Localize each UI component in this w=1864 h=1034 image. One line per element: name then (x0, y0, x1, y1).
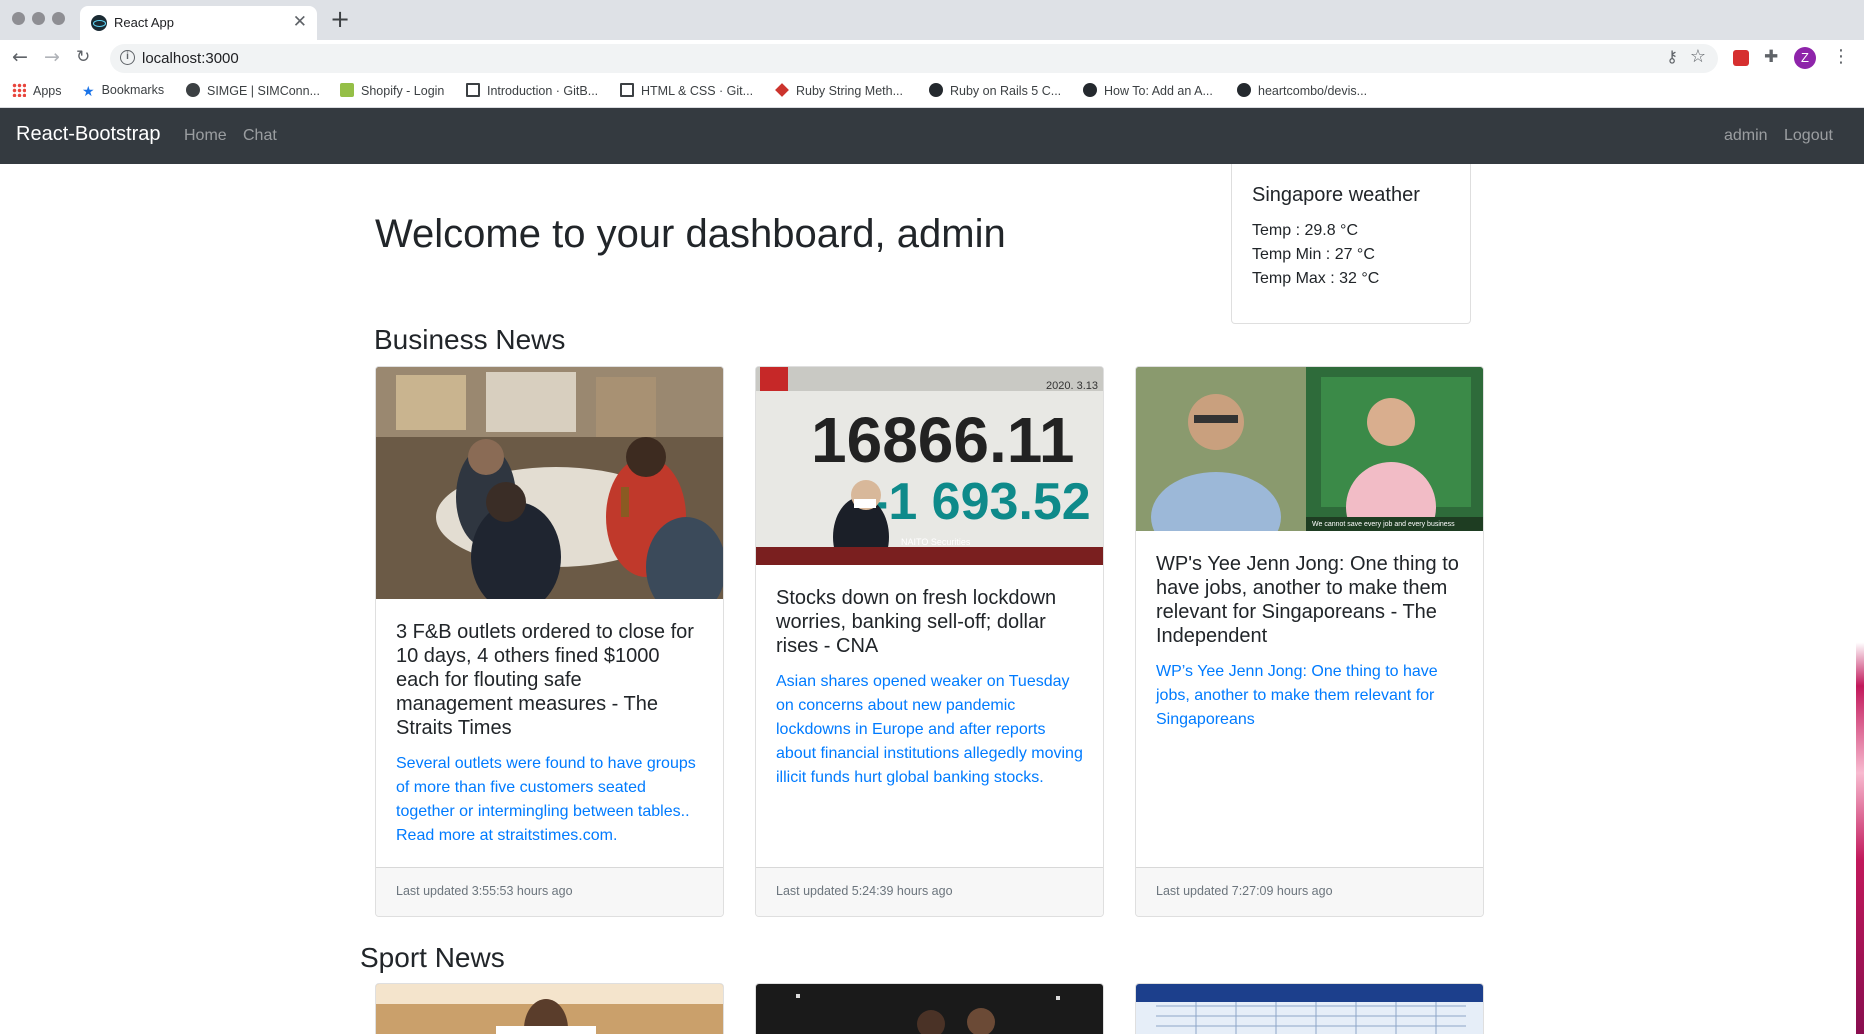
bookmark-heartcombo[interactable]: heartcombo/devis... (1237, 83, 1367, 98)
bookmark-how-to[interactable]: How To: Add an A... (1083, 83, 1213, 98)
password-key-icon[interactable]: ⚷ (1666, 47, 1678, 66)
address-bar[interactable]: i localhost:3000 ⚷ ☆ (110, 44, 1718, 73)
bookmark-bookmarks[interactable]: ★ Bookmarks (82, 83, 165, 100)
news-card[interactable]: We cannot save every job and every busin… (1135, 366, 1484, 917)
tab-close-icon[interactable]: ✕ (293, 12, 307, 32)
book-icon (620, 83, 634, 97)
nav-link-chat[interactable]: Chat (243, 127, 277, 145)
weather-temp: Temp : 29.8 °C (1252, 222, 1358, 239)
maximize-window-icon[interactable] (52, 12, 65, 25)
card-footer: Last updated 5:24:39 hours ago (756, 867, 1103, 916)
forward-icon[interactable]: → (44, 46, 60, 68)
github-icon (1237, 83, 1251, 97)
board-change: -1 693.52 (871, 473, 1091, 531)
bookmark-shopify[interactable]: Shopify - Login (340, 83, 444, 98)
bookmark-apps[interactable]: Apps (12, 83, 62, 98)
bookmark-label: Apps (33, 84, 62, 98)
card-description[interactable]: Asian shares opened weaker on Tuesday on… (776, 670, 1083, 790)
news-image-politicians[interactable]: We cannot save every job and every busin… (1136, 367, 1483, 531)
extension-icon[interactable] (1733, 50, 1749, 66)
card-body: 3 F&B outlets ordered to close for 10 da… (396, 620, 703, 848)
browser-window: React App ✕ + ← → ↻ i localhost:3000 ⚷ ☆… (0, 0, 1864, 1034)
weather-title: Singapore weather (1252, 184, 1420, 206)
sport-image-players (756, 984, 1103, 1034)
browser-menu-icon[interactable]: ⋮ (1832, 46, 1850, 67)
minimize-window-icon[interactable] (32, 12, 45, 25)
react-favicon-icon (91, 15, 107, 31)
bookmark-label: SIMGE | SIMConn... (207, 84, 321, 98)
news-image-stock-board[interactable]: 2020. 3.13 16866.11 -1 693.52 NAITO Secu… (756, 367, 1103, 565)
navbar-brand[interactable]: React-Bootstrap (16, 123, 161, 146)
card-title[interactable]: Stocks down on fresh lockdown worries, b… (776, 586, 1083, 658)
sport-news-card[interactable] (375, 983, 724, 1034)
page-title: Welcome to your dashboard, admin (375, 212, 1006, 256)
bookmark-star-icon[interactable]: ☆ (1690, 46, 1706, 67)
bookmark-label: Ruby on Rails 5 C... (950, 84, 1062, 98)
profile-avatar[interactable]: Z (1794, 47, 1816, 69)
news-card[interactable]: 3 F&B outlets ordered to close for 10 da… (375, 366, 724, 917)
card-body: Stocks down on fresh lockdown worries, b… (776, 586, 1083, 790)
card-body: WP's Yee Jenn Jong: One thing to have jo… (1156, 552, 1463, 732)
star-icon: ★ (82, 84, 95, 100)
bookmarks-bar: Apps ★ Bookmarks SIMGE | SIMConn... Shopi… (0, 77, 1864, 108)
window-edge-decoration (1856, 164, 1864, 1034)
github-icon (929, 83, 943, 97)
sport-image-goal (1136, 984, 1483, 1034)
tab-strip: React App ✕ + (0, 0, 1864, 40)
bookmark-introduction[interactable]: Introduction · GitB... (466, 83, 598, 98)
business-news-heading: Business News (374, 324, 566, 355)
board-date: 2020. 3.13 (1046, 380, 1098, 392)
app-navbar: React-Bootstrap Home Chat admin Logout (0, 108, 1864, 164)
extensions-puzzle-icon[interactable]: ✚ (1764, 47, 1778, 67)
board-footer: NAITO Securities (901, 537, 971, 547)
bookmark-label: HTML & CSS · Git... (641, 84, 754, 98)
card-title[interactable]: WP's Yee Jenn Jong: One thing to have jo… (1156, 552, 1463, 648)
news-card[interactable]: 2020. 3.13 16866.11 -1 693.52 NAITO Secu… (755, 366, 1104, 917)
card-footer: Last updated 3:55:53 hours ago (376, 867, 723, 916)
weather-card: Singapore weather Temp : 29.8 °C Temp Mi… (1231, 164, 1471, 324)
bookmark-ruby-string[interactable]: Ruby String Meth... (775, 83, 903, 98)
weather-temp-max: Temp Max : 32 °C (1252, 270, 1380, 287)
card-description[interactable]: Several outlets were found to have group… (396, 752, 703, 848)
weather-temp-min: Temp Min : 27 °C (1252, 246, 1375, 263)
shopify-icon (340, 83, 354, 97)
new-tab-button[interactable]: + (330, 5, 350, 33)
ruby-icon (775, 83, 789, 97)
reload-icon[interactable]: ↻ (76, 47, 90, 67)
bookmark-ruby-on-rails[interactable]: Ruby on Rails 5 C... (929, 83, 1061, 98)
sport-news-card[interactable] (1135, 983, 1484, 1034)
bookmark-simge[interactable]: SIMGE | SIMConn... (186, 83, 320, 98)
browser-toolbar: ← → ↻ i localhost:3000 ⚷ ☆ ✚ Z ⋮ (0, 40, 1864, 77)
close-window-icon[interactable] (12, 12, 25, 25)
nav-logout[interactable]: Logout (1784, 127, 1833, 145)
globe-icon (186, 83, 200, 97)
bookmark-label: Introduction · GitB... (487, 84, 599, 98)
bookmark-label: Shopify - Login (361, 84, 445, 98)
back-icon[interactable]: ← (12, 46, 28, 68)
browser-tab[interactable]: React App ✕ (80, 6, 317, 40)
bookmark-label: Ruby String Meth... (796, 84, 903, 98)
dashboard-page: Welcome to your dashboard, admin Singapo… (0, 164, 1864, 1034)
nav-link-home[interactable]: Home (184, 127, 227, 145)
bookmark-label: heartcombo/devis... (1258, 84, 1368, 98)
card-description[interactable]: WP’s Yee Jenn Jong: One thing to have jo… (1156, 660, 1463, 732)
nav-user-admin[interactable]: admin (1724, 127, 1768, 145)
site-info-icon[interactable]: i (120, 50, 135, 65)
news-image-restaurant[interactable] (376, 367, 723, 599)
sport-news-card[interactable] (755, 983, 1104, 1034)
card-title[interactable]: 3 F&B outlets ordered to close for 10 da… (396, 620, 703, 740)
bookmark-html-css[interactable]: HTML & CSS · Git... (620, 83, 753, 98)
image-caption: We cannot save every job and every busin… (1312, 521, 1455, 528)
card-footer: Last updated 7:27:09 hours ago (1136, 867, 1483, 916)
github-icon (1083, 83, 1097, 97)
book-icon (466, 83, 480, 97)
sport-news-heading: Sport News (360, 942, 505, 973)
bookmark-label: How To: Add an A... (1104, 84, 1213, 98)
url-text[interactable]: localhost:3000 (142, 50, 239, 67)
tab-title: React App (114, 15, 174, 30)
apps-grid-icon (12, 83, 26, 97)
bookmark-label: Bookmarks (101, 83, 165, 97)
sport-image-player (376, 984, 723, 1034)
board-index: 16866.11 (811, 404, 1074, 476)
